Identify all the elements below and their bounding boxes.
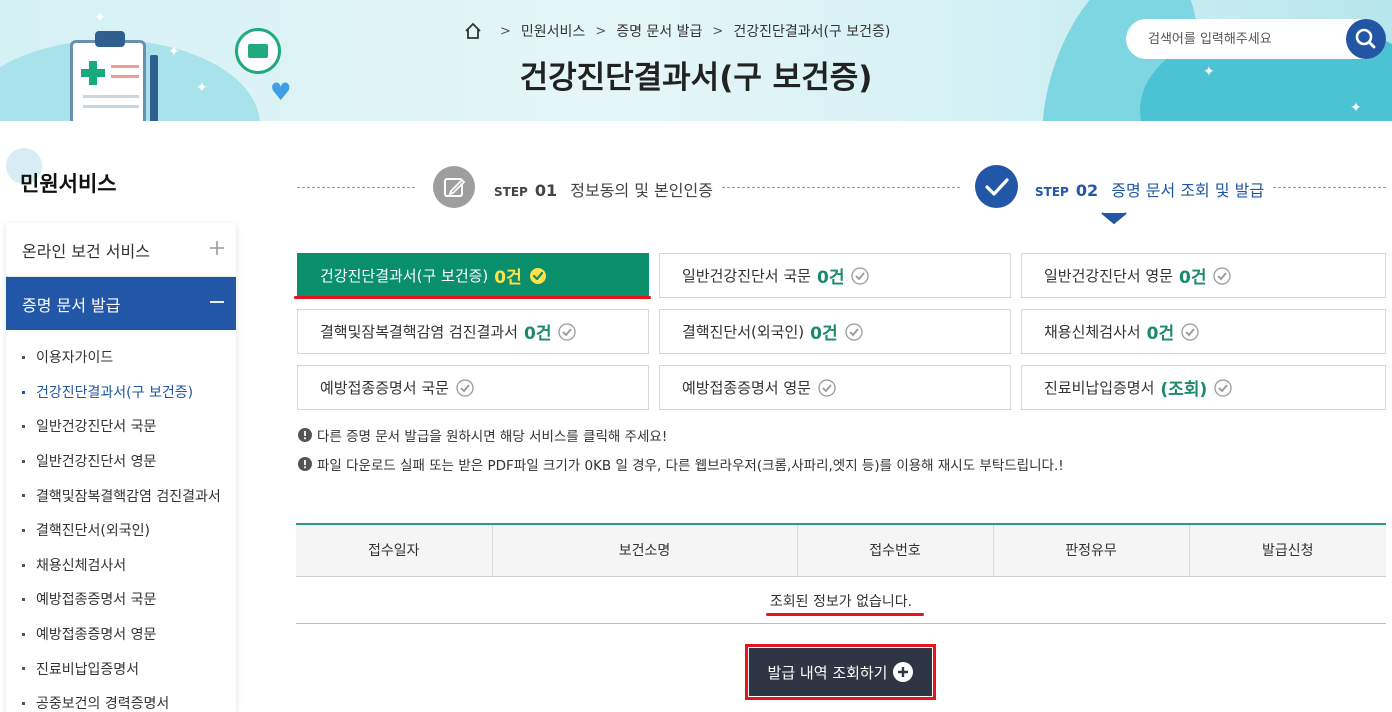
sidebar-item-vaccination-kr[interactable]: 예방접종증명서 국문 [6, 582, 236, 617]
step-divider [722, 187, 960, 188]
chevron-down-icon [1101, 212, 1127, 224]
sidebar-item-user-guide[interactable]: 이용자가이드 [6, 340, 236, 375]
plus-circle-icon [893, 662, 914, 682]
breadcrumb-item[interactable]: 민원서비스 [521, 21, 585, 41]
sidebar-sub-menu: 이용자가이드 건강진단결과서(구 보건증) 일반건강진단서 국문 일반건강진단서… [6, 330, 236, 712]
check-circle-icon [844, 322, 863, 341]
doc-general-kr-button[interactable]: 일반건강진단서 국문 0건 [659, 253, 1011, 298]
doc-label: 일반건강진단서 국문 [682, 267, 811, 285]
column-header: 발급신청 [1189, 523, 1386, 577]
sidebar-item-health-result[interactable]: 건강진단결과서(구 보건증) [6, 375, 236, 410]
highlight-underline [294, 296, 651, 299]
step1-label: STEP 01 정보동의 및 본인인증 [494, 181, 713, 200]
sidebar-title: 민원서비스 [20, 172, 117, 196]
doc-count: 0건 [1178, 268, 1207, 288]
notice-line: 다른 증명 문서 발급을 원하시면 해당 서비스를 클릭해 주세요! [298, 425, 667, 445]
breadcrumb-separator: > [712, 23, 724, 39]
column-header: 접수번호 [797, 523, 994, 577]
breadcrumb-item[interactable]: 증명 문서 발급 [616, 21, 702, 41]
sidebar-item-general-kr[interactable]: 일반건강진단서 국문 [6, 409, 236, 444]
doc-payment-cert-button[interactable]: 진료비납입증명서 (조회) [1021, 365, 1386, 410]
sidebar-category-online-health[interactable]: 온라인 보건 서비스 [6, 223, 236, 277]
column-header: 접수일자 [296, 523, 493, 577]
doc-employment-exam-button[interactable]: 채용신체검사서 0건 [1021, 309, 1386, 354]
sidebar-item-career-cert[interactable]: 공중보건의 경력증명서 [6, 686, 236, 712]
sparkle-icon: ✦ [94, 10, 106, 26]
check-circle-icon [818, 378, 836, 397]
highlight-underline [766, 613, 924, 616]
doc-count: 0건 [816, 268, 845, 288]
doc-count: (조회) [1160, 380, 1208, 400]
result-table: 접수일자 보건소명 접수번호 판정유무 발급신청 조회된 정보가 없습니다. [296, 523, 1386, 624]
sidebar-item-employment-exam[interactable]: 채용신체검사서 [6, 548, 236, 583]
doc-health-result-button[interactable]: 건강진단결과서(구 보건증) 0건 [297, 253, 649, 298]
doc-count: 0건 [523, 324, 552, 344]
breadcrumb-item[interactable]: 건강진단결과서(구 보건증) [733, 21, 890, 41]
notice-text: 다른 증명 문서 발급을 원하시면 해당 서비스를 클릭해 주세요! [317, 429, 668, 445]
doc-label: 일반건강진단서 영문 [1044, 267, 1173, 285]
column-header: 보건소명 [492, 523, 798, 577]
info-icon [298, 428, 312, 442]
sidebar-item-general-en[interactable]: 일반건강진단서 영문 [6, 444, 236, 479]
search-icon [1355, 28, 1376, 49]
search-button[interactable] [1346, 19, 1386, 59]
notice-line: 파일 다운로드 실패 또는 받은 PDF파일 크기가 0KB 일 경우, 다른 … [298, 454, 1064, 474]
doc-label: 결핵및잠복결핵감염 검진결과서 [320, 323, 518, 341]
minus-icon [210, 301, 224, 303]
doc-label: 예방접종증명서 국문 [320, 379, 449, 397]
doc-count: 0건 [1146, 324, 1175, 344]
doc-count: 0건 [494, 268, 522, 288]
check-circle-icon [1214, 378, 1232, 397]
step2-check-icon [975, 165, 1018, 208]
sidebar-category-label: 증명 문서 발급 [22, 295, 121, 315]
doc-count: 0건 [810, 324, 838, 344]
check-circle-icon [558, 322, 577, 341]
doc-label: 채용신체검사서 [1044, 323, 1141, 341]
doc-label: 예방접종증명서 영문 [682, 379, 811, 397]
sparkle-icon: ✦ [1350, 100, 1362, 116]
sidebar-category-certificate-issue[interactable]: 증명 문서 발급 [6, 277, 236, 330]
table-header-row: 접수일자 보건소명 접수번호 판정유무 발급신청 [296, 523, 1386, 577]
sidebar-item-vaccination-en[interactable]: 예방접종증명서 영문 [6, 617, 236, 652]
check-circle-icon [1181, 322, 1199, 341]
notice-text: 파일 다운로드 실패 또는 받은 PDF파일 크기가 0KB 일 경우, 다른 … [317, 458, 1064, 474]
column-header: 판정유무 [993, 523, 1190, 577]
check-circle-icon [456, 378, 474, 397]
doc-vaccination-en-button[interactable]: 예방접종증명서 영문 [659, 365, 1011, 410]
issue-history-query-button[interactable]: 발급 내역 조회하기 [749, 648, 932, 696]
step-divider [1273, 187, 1386, 188]
doc-tb-screening-button[interactable]: 결핵및잠복결핵감염 검진결과서 0건 [297, 309, 649, 354]
check-circle-icon [529, 267, 546, 284]
step2-label: STEP 02 증명 문서 조회 및 발급 [1035, 181, 1265, 200]
breadcrumb-separator: > [500, 23, 511, 39]
button-label: 발급 내역 조회하기 [767, 663, 888, 682]
doc-tb-foreigner-button[interactable]: 결핵진단서(외국인) 0건 [659, 309, 1011, 354]
doc-label: 결핵진단서(외국인) [682, 323, 805, 341]
doc-vaccination-kr-button[interactable]: 예방접종증명서 국문 [297, 365, 649, 410]
sidebar-item-tb-foreigner[interactable]: 결핵진단서(외국인) [6, 513, 236, 548]
check-circle-icon [851, 266, 870, 285]
plus-icon [210, 241, 224, 255]
step1-edit-icon [433, 166, 475, 208]
sidebar-category-label: 온라인 보건 서비스 [22, 241, 150, 261]
doc-general-en-button[interactable]: 일반건강진단서 영문 0건 [1021, 253, 1386, 298]
breadcrumb-separator: > [595, 23, 607, 39]
sidebar: 온라인 보건 서비스 증명 문서 발급 이용자가이드 건강진단결과서(구 보건증… [6, 223, 236, 712]
step-divider [297, 187, 415, 188]
sidebar-item-tb-screening[interactable]: 결핵및잠복결핵감염 검진결과서 [6, 478, 236, 513]
check-circle-icon [1213, 266, 1232, 285]
home-icon[interactable] [464, 22, 482, 40]
search-input[interactable] [1148, 28, 1348, 50]
doc-label: 건강진단결과서(구 보건증) [320, 267, 489, 285]
doc-label: 진료비납입증명서 [1044, 379, 1155, 397]
breadcrumb: > 민원서비스 > 증명 문서 발급 > 건강진단결과서(구 보건증) [464, 20, 890, 42]
sidebar-item-payment-cert[interactable]: 진료비납입증명서 [6, 651, 236, 686]
info-icon [298, 457, 312, 471]
